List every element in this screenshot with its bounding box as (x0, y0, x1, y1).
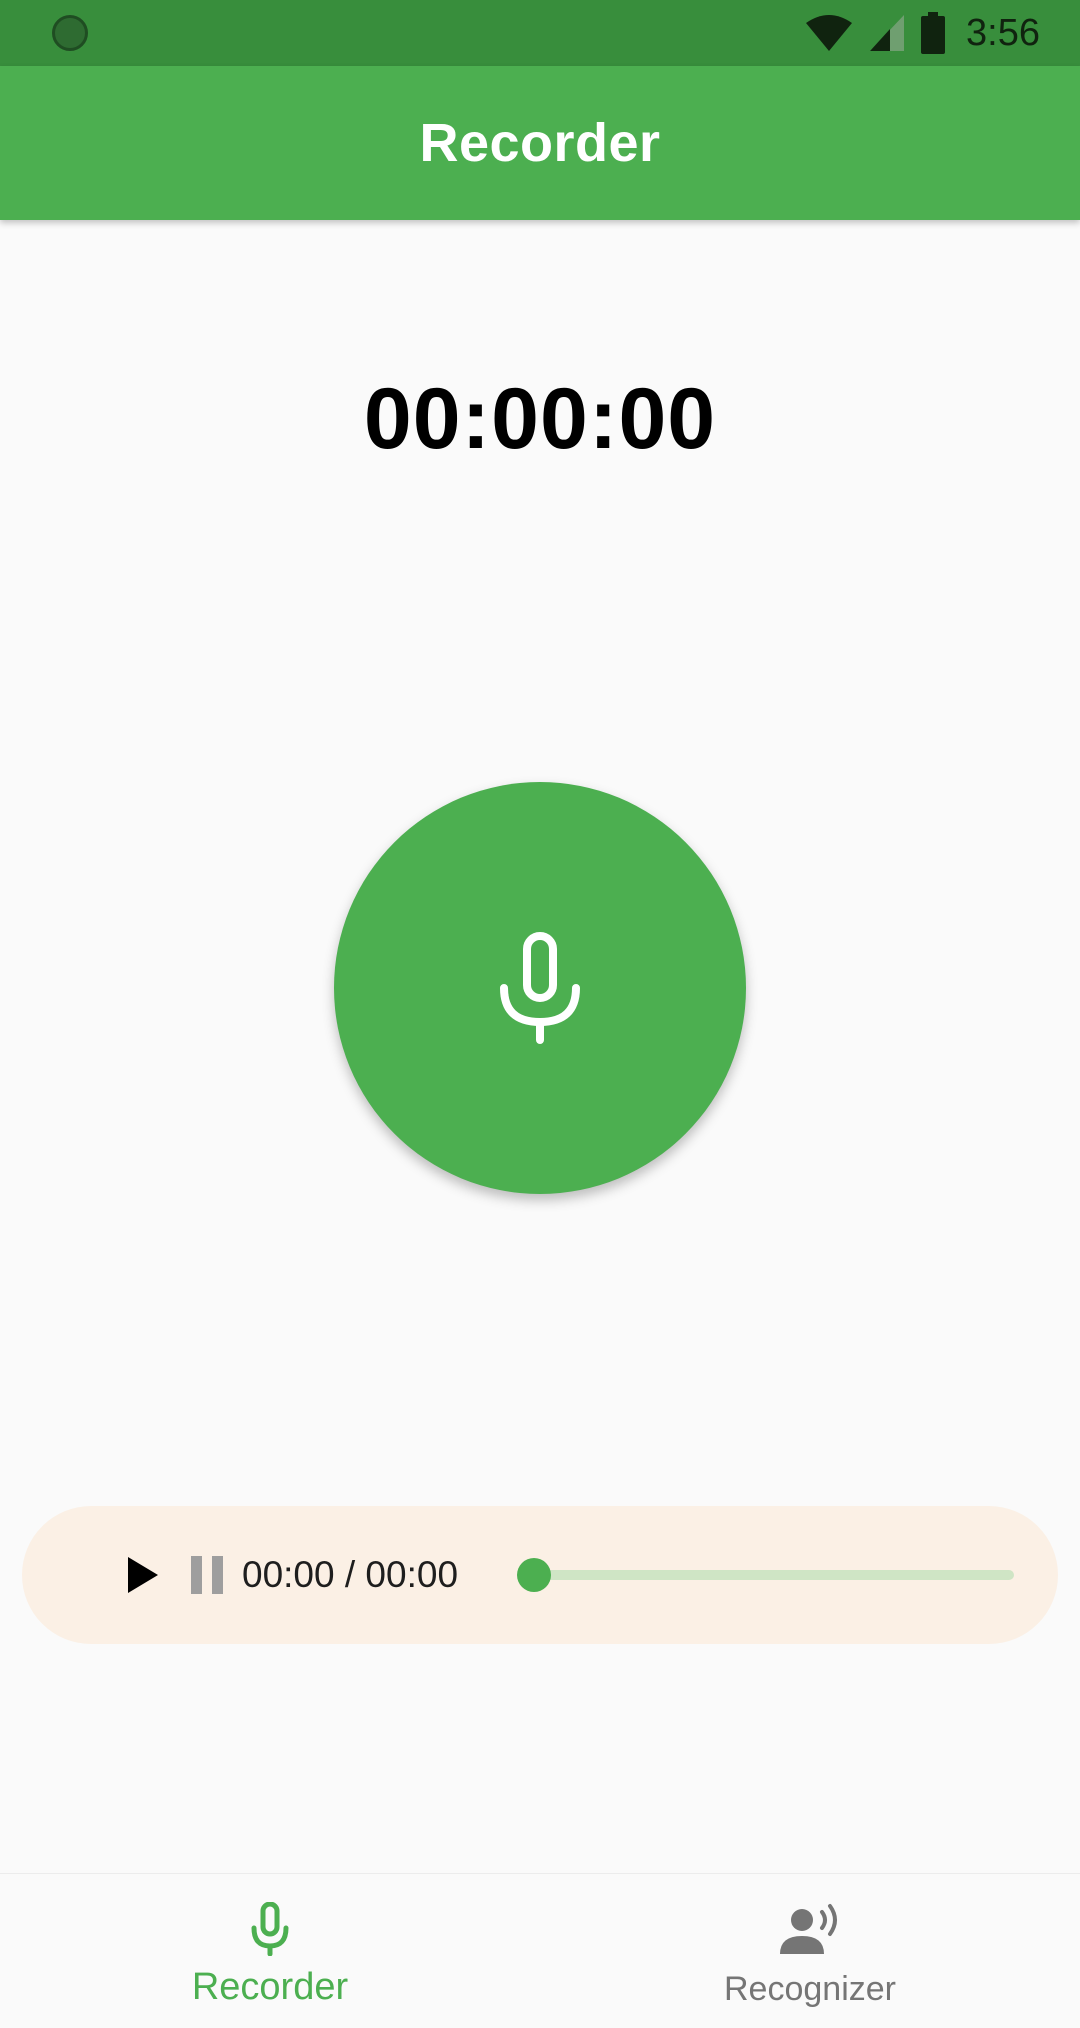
battery-icon (921, 12, 946, 54)
nav-label-recognizer: Recognizer (724, 1970, 896, 2008)
playback-time: 00:00 / 00:00 (242, 1554, 459, 1595)
record-button[interactable] (334, 782, 746, 1194)
nav-item-recorder[interactable]: Recorder (0, 1874, 540, 2028)
nav-label-recorder: Recorder (191, 1966, 349, 2008)
pause-button[interactable] (182, 1550, 232, 1600)
bottom-navigation: Recorder Recognizer (0, 1873, 1080, 2028)
seek-slider[interactable] (517, 1558, 1014, 1592)
pause-icon (191, 1556, 223, 1594)
app-bar: Recorder (0, 66, 1080, 220)
page-title: Recorder (419, 113, 661, 173)
seek-thumb[interactable] (517, 1558, 551, 1592)
cell-signal-icon (870, 15, 905, 51)
notification-dot-icon (52, 15, 88, 51)
audio-player: 00:00 / 00:00 (22, 1506, 1058, 1644)
voice-recognition-icon (780, 1904, 837, 1954)
play-button[interactable] (118, 1550, 168, 1600)
recorder-screen: 3:56 Recorder 00:00:00 00:00 / 00:00 Rec… (0, 0, 1080, 2028)
microphone-icon (251, 1902, 289, 1956)
recording-timer: 00:00:00 (363, 371, 717, 467)
microphone-icon (500, 932, 580, 1044)
status-bar: 3:56 (0, 0, 1080, 66)
status-time: 3:56 (966, 11, 1040, 54)
wifi-icon (806, 15, 853, 51)
play-icon (128, 1557, 158, 1593)
nav-item-recognizer[interactable]: Recognizer (540, 1874, 1080, 2028)
